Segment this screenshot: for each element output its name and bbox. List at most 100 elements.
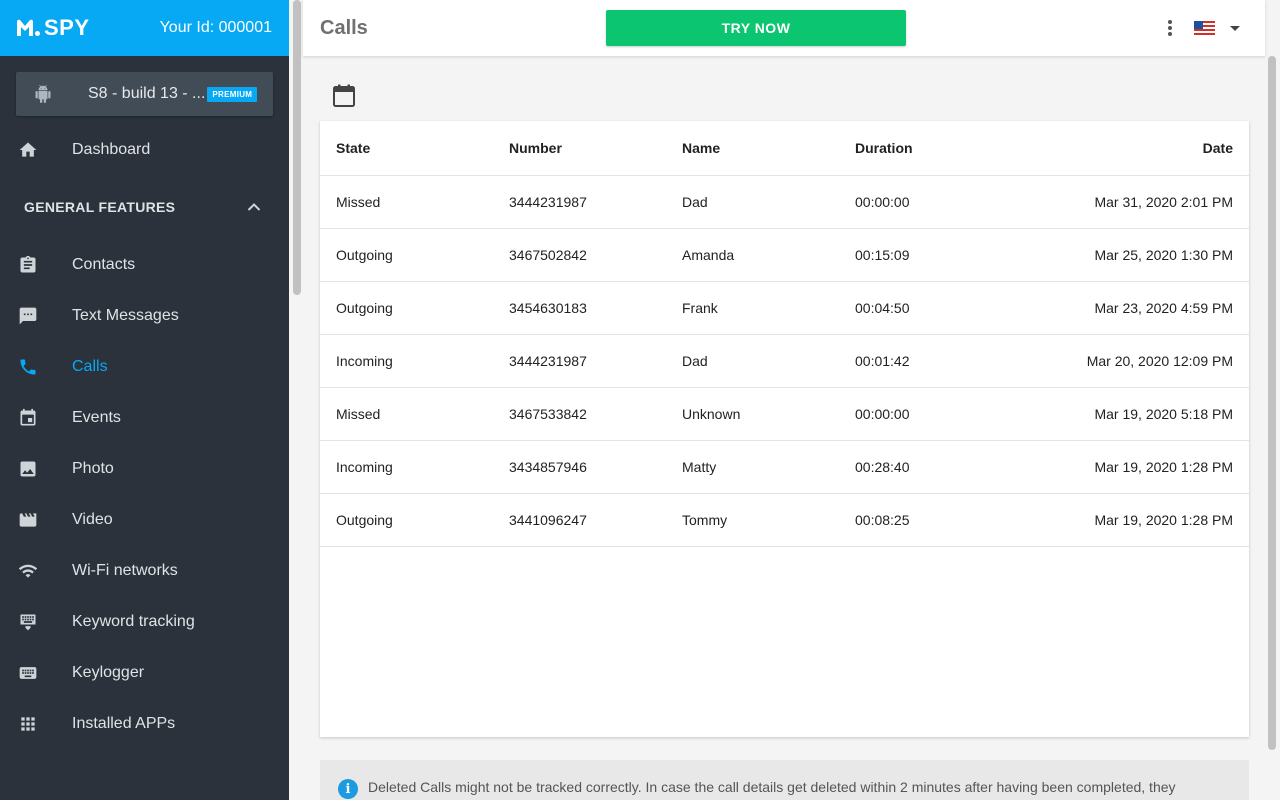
sidebar-item-installed-apps[interactable]: Installed APPs — [0, 698, 289, 749]
chevron-up-icon — [247, 203, 261, 211]
cell-date: Mar 20, 2020 12:09 PM — [1086, 353, 1233, 369]
sidebar-item-calls[interactable]: Calls — [0, 341, 289, 392]
sidebar-item-dashboard[interactable]: Dashboard — [0, 125, 289, 175]
info-text: Deleted Calls might not be tracked corre… — [368, 779, 1176, 795]
sidebar-item-label: Wi-Fi networks — [72, 561, 178, 579]
info-notice: i Deleted Calls might not be tracked cor… — [320, 760, 1249, 800]
section-title: GENERAL FEATURES — [24, 199, 176, 215]
sidebar-item-keyword-tracking[interactable]: Keyword tracking — [0, 596, 289, 647]
device-name: S8 - build 13 - ... — [88, 85, 206, 102]
cell-duration: 00:15:09 — [855, 247, 910, 263]
user-id: Your Id: 000001 — [159, 19, 272, 36]
sidebar-item-events[interactable]: Events — [0, 392, 289, 443]
keyboard-icon — [18, 663, 38, 683]
us-flag-icon[interactable] — [1194, 21, 1215, 35]
cell-number: 3444231987 — [509, 194, 587, 210]
logo-m-icon — [17, 19, 40, 36]
cell-number: 3467502842 — [509, 247, 587, 263]
column-header-duration[interactable]: Duration — [855, 121, 1028, 175]
cell-date: Mar 25, 2020 1:30 PM — [1094, 247, 1233, 263]
column-header-number[interactable]: Number — [509, 121, 682, 175]
logo-text: SPY — [44, 15, 90, 40]
try-now-button[interactable]: TRY NOW — [606, 10, 906, 46]
video-icon — [18, 510, 38, 530]
table-row[interactable]: Outgoing 3454630183 Frank 00:04:50 Mar 2… — [320, 282, 1249, 335]
sidebar-item-label: Video — [72, 510, 113, 528]
sidebar-item-keylogger[interactable]: Keylogger — [0, 647, 289, 698]
cell-state: Outgoing — [336, 300, 393, 316]
sidebar-item-label: Installed APPs — [72, 714, 176, 732]
sidebar-item-label: Contacts — [72, 255, 136, 273]
sidebar: SPY Your Id: 000001 S8 - build 13 - ... … — [0, 0, 289, 800]
cell-date: Mar 23, 2020 4:59 PM — [1094, 300, 1233, 316]
cell-duration: 00:28:40 — [855, 459, 910, 475]
cell-date: Mar 31, 2020 2:01 PM — [1094, 194, 1233, 210]
cell-name: Amanda — [682, 247, 735, 263]
keyword-icon — [18, 612, 38, 632]
sidebar-item-label: Text Messages — [72, 306, 179, 324]
logo[interactable]: SPY — [16, 15, 90, 41]
cell-name: Frank — [682, 300, 718, 316]
device-selector[interactable]: S8 - build 13 - ... PREMIUM — [16, 72, 273, 116]
premium-badge: PREMIUM — [207, 86, 258, 102]
calendar-icon — [18, 408, 38, 428]
table-row[interactable]: Incoming 3434857946 Matty 00:28:40 Mar 1… — [320, 441, 1249, 494]
cell-number: 3434857946 — [509, 459, 587, 475]
page-title: Calls — [320, 16, 368, 39]
cell-date: Mar 19, 2020 5:18 PM — [1094, 406, 1233, 422]
cell-number: 3467533842 — [509, 406, 587, 422]
sidebar-item-label: Keylogger — [72, 663, 145, 681]
sidebar-item-contacts[interactable]: Contacts — [0, 239, 289, 290]
sidebar-item-label: Dashboard — [72, 141, 151, 158]
sidebar-item-label: Photo — [72, 459, 114, 477]
sidebar-item-video[interactable]: Video — [0, 494, 289, 545]
column-header-state[interactable]: State — [320, 121, 509, 175]
sidebar-item-text-messages[interactable]: Text Messages — [0, 290, 289, 341]
cell-duration: 00:08:25 — [855, 512, 910, 528]
table-row[interactable]: Missed 3444231987 Dad 00:00:00 Mar 31, 2… — [320, 176, 1249, 229]
column-header-name[interactable]: Name — [682, 121, 855, 175]
cell-name: Tommy — [682, 512, 728, 528]
table-row[interactable]: Outgoing 3467502842 Amanda 00:15:09 Mar … — [320, 229, 1249, 282]
table-row[interactable]: Incoming 3444231987 Dad 00:01:42 Mar 20,… — [320, 335, 1249, 388]
table-row[interactable]: Outgoing 3441096247 Tommy 00:08:25 Mar 1… — [320, 494, 1249, 547]
sidebar-item-wifi-networks[interactable]: Wi-Fi networks — [0, 545, 289, 596]
sidebar-item-label: Calls — [72, 357, 108, 375]
language-dropdown-caret-icon[interactable] — [1230, 26, 1240, 31]
cell-name: Dad — [682, 194, 708, 210]
date-filter-calendar-icon[interactable] — [333, 84, 355, 108]
main-scrollbar[interactable] — [1268, 56, 1276, 750]
info-icon: i — [338, 779, 358, 799]
feature-nav: Contacts Text Messages Calls Events Phot… — [0, 239, 289, 749]
table-header: State Number Name Duration Date — [320, 121, 1249, 176]
cell-state: Outgoing — [336, 512, 393, 528]
cell-state: Missed — [336, 406, 381, 422]
cell-number: 3454630183 — [509, 300, 587, 316]
message-icon — [18, 306, 38, 326]
calls-table: State Number Name Duration Date Missed 3… — [320, 121, 1249, 737]
column-header-date[interactable]: Date — [1028, 121, 1249, 175]
section-general-features[interactable]: GENERAL FEATURES — [0, 175, 289, 239]
cell-date: Mar 19, 2020 1:28 PM — [1094, 459, 1233, 475]
sidebar-item-photo[interactable]: Photo — [0, 443, 289, 494]
sidebar-item-label: Keyword tracking — [72, 612, 195, 630]
top-bar: Calls TRY NOW — [303, 0, 1265, 56]
cell-duration: 00:00:00 — [855, 406, 910, 422]
table-row[interactable]: Missed 3467533842 Unknown 00:00:00 Mar 1… — [320, 388, 1249, 441]
brand-bar: SPY Your Id: 000001 — [0, 0, 289, 56]
sidebar-scrollbar[interactable] — [293, 0, 301, 295]
wifi-icon — [18, 561, 38, 581]
sidebar-item-label: Events — [72, 408, 121, 426]
cell-number: 3444231987 — [509, 353, 587, 369]
cell-duration: 00:04:50 — [855, 300, 910, 316]
cell-duration: 00:01:42 — [855, 353, 910, 369]
cell-name: Matty — [682, 459, 717, 475]
cell-state: Outgoing — [336, 247, 393, 263]
contacts-icon — [18, 255, 38, 275]
cell-date: Mar 19, 2020 1:28 PM — [1094, 512, 1233, 528]
cell-name: Unknown — [682, 406, 741, 422]
android-icon — [35, 85, 51, 103]
cell-number: 3441096247 — [509, 512, 587, 528]
more-options-icon[interactable] — [1165, 18, 1175, 38]
phone-icon — [18, 357, 38, 377]
